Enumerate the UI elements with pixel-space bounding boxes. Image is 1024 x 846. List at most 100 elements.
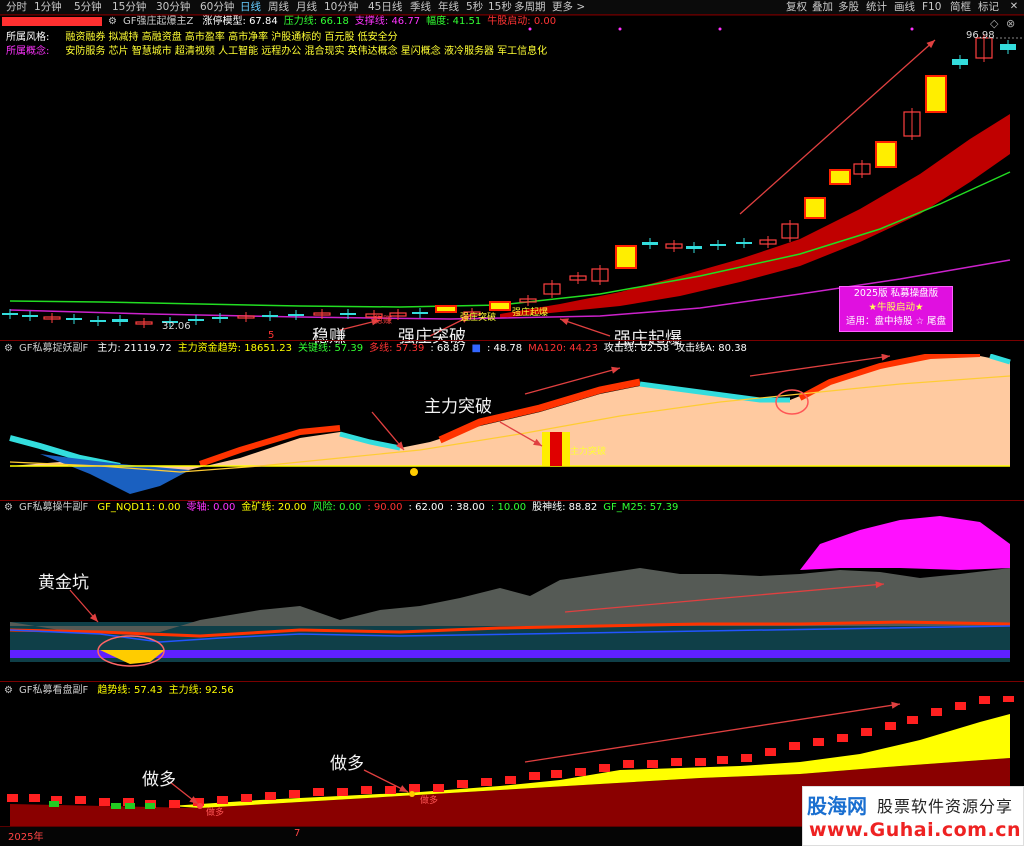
arrow-p4-trend-head (891, 701, 900, 709)
period-tab-5min[interactable]: 5分钟 (74, 0, 102, 14)
annotation-zuoduo-1: 做多 (142, 770, 176, 790)
red-square-20 (481, 778, 492, 786)
red-square-10 (241, 794, 252, 802)
red-square-32 (765, 748, 776, 756)
signal-dot-3 (910, 27, 914, 31)
mark-button[interactable]: 标记 (978, 0, 999, 14)
red-square-17 (409, 784, 420, 792)
period-tab-season[interactable]: 季线 (410, 0, 431, 14)
red-square-39 (931, 708, 942, 716)
panel2-stat-3: 多线: 57.39 (369, 343, 425, 354)
red-square-30 (717, 756, 728, 764)
red-square-22 (529, 772, 540, 780)
settings-gear-icon[interactable]: ⚙ (4, 502, 13, 513)
panel3-indicator-name[interactable]: GF私募操牛副F (19, 502, 88, 513)
candle-26 (642, 242, 658, 245)
panel3-stat-2: 金矿线: 20.00 (241, 502, 307, 513)
red-square-18 (433, 784, 444, 792)
green-square-3 (49, 801, 59, 807)
candle-25 (615, 245, 637, 269)
signal-icon-2 (409, 791, 415, 797)
candle-1 (22, 315, 38, 317)
period-tab-weekly[interactable]: 周线 (268, 0, 289, 14)
red-square-29 (695, 758, 706, 766)
watermark-brand: 股海网 (807, 794, 867, 818)
period-tab-daily[interactable]: 日线 (240, 0, 261, 14)
signal-dot-0 (528, 27, 532, 31)
candle-38 (925, 75, 947, 113)
settings-gear-icon[interactable]: ⚙ (4, 685, 13, 696)
panel2-stat-8: 攻击线: 82.58 (603, 343, 670, 354)
magenta-area (800, 516, 1010, 570)
candle-4 (90, 320, 106, 322)
period-tab-1min[interactable]: 1分钟 (34, 0, 62, 14)
panel3-stats: GF_NQD11: 0.00 零轴: 0.00 金矿线: 20.00 风险: 0.00… (97, 502, 684, 513)
close-panel-icon[interactable]: ✕ (1008, 1, 1020, 13)
period-tab-10min[interactable]: 10分钟 (324, 0, 358, 14)
arrow-p4-trend (524, 703, 901, 763)
candle-label-qibao: 强庄起爆 (512, 308, 549, 318)
period-tab-5sec[interactable]: 5秒 (466, 0, 483, 14)
panel2-area-chart[interactable] (0, 354, 1024, 500)
red-square-3 (75, 796, 86, 804)
period-tab-more[interactable]: 更多 > (552, 0, 585, 14)
candle-29 (710, 244, 726, 246)
red-square-13 (313, 788, 324, 796)
panel2-stats: 主力: 21119.72 主力资金趋势: 18651.23 关键线: 57.39 多线… (97, 343, 753, 354)
red-square-28 (671, 758, 682, 766)
period-tab-fenshi[interactable]: 分时 (6, 0, 27, 14)
red-square-25 (599, 764, 610, 772)
overlay-button[interactable]: 叠加 (812, 0, 833, 14)
red-square-4 (99, 798, 110, 806)
red-square-11 (265, 792, 276, 800)
candle-36 (875, 141, 897, 168)
infobox-note: 适用：盘中持股 ☆ 尾盘 (845, 316, 947, 327)
candle-12 (288, 314, 304, 316)
candle-34 (829, 169, 851, 185)
period-tab-45day[interactable]: 45日线 (368, 0, 402, 14)
stats-button[interactable]: 统计 (866, 0, 887, 14)
period-tab-15sec[interactable]: 15秒 (488, 0, 512, 14)
infobox-title: 2025版 私募操盘版 (853, 288, 939, 299)
period-tab-60min[interactable]: 60分钟 (200, 0, 234, 14)
panel2-indicator-name[interactable]: GF私募捉妖副F (19, 343, 88, 354)
annotation-zuoduo-2: 做多 (330, 754, 364, 774)
red-square-26 (623, 760, 634, 768)
red-square-40 (955, 702, 966, 710)
watermark-url: www.Guhai.com.cn (809, 819, 1021, 841)
infobox-subtitle: ★牛股启动★ (868, 302, 924, 313)
red-square-34 (813, 738, 824, 746)
simple-frame-button[interactable]: 简框 (950, 0, 971, 14)
candle-9 (212, 317, 228, 319)
period-tab-30min[interactable]: 30分钟 (156, 0, 190, 14)
period-tab-multi[interactable]: 多周期 (514, 0, 546, 14)
period-tab-monthly[interactable]: 月线 (296, 0, 317, 14)
panel3-stat-3: 风险: 0.00 (312, 502, 362, 513)
settings-gear-icon[interactable]: ⚙ (4, 343, 13, 354)
panel3-header: ⚙ GF私募操牛副F GF_NQD11: 0.00 零轴: 0.00 金矿线: 20.… (0, 501, 1024, 514)
period-tab-year[interactable]: 年线 (438, 0, 459, 14)
red-square-19 (457, 780, 468, 788)
red-square-0 (7, 794, 18, 802)
red-square-14 (337, 788, 348, 796)
multi-stock-button[interactable]: 多股 (838, 0, 859, 14)
candle-3 (66, 318, 82, 320)
fuquan-button[interactable]: 复权 (786, 0, 807, 14)
panel4-stats: 趋势线: 57.43 主力线: 92.56 (97, 685, 239, 696)
panel3-area-chart[interactable] (0, 514, 1024, 680)
signal-label-zuoduo-2: 做多 (420, 796, 439, 806)
signal-label-zuoduo-1: 做多 (206, 808, 225, 818)
draw-line-button[interactable]: 画线 (894, 0, 915, 14)
green-square-1 (125, 803, 135, 809)
annotation-huangjinkeng: 黄金坑 (38, 573, 89, 593)
period-tab-15min[interactable]: 15分钟 (112, 0, 146, 14)
arrow-p2-trend2-head (881, 354, 890, 361)
panel3-stat-4: : 90.00 (367, 502, 403, 513)
green-square-2 (111, 803, 121, 809)
f10-button[interactable]: F10 (922, 0, 941, 14)
candle-11 (262, 315, 278, 317)
red-square-36 (861, 728, 872, 736)
signal-dot-2 (718, 27, 722, 31)
candle-39 (952, 59, 968, 65)
panel4-indicator-name[interactable]: GF私募看盘副F (19, 685, 88, 696)
